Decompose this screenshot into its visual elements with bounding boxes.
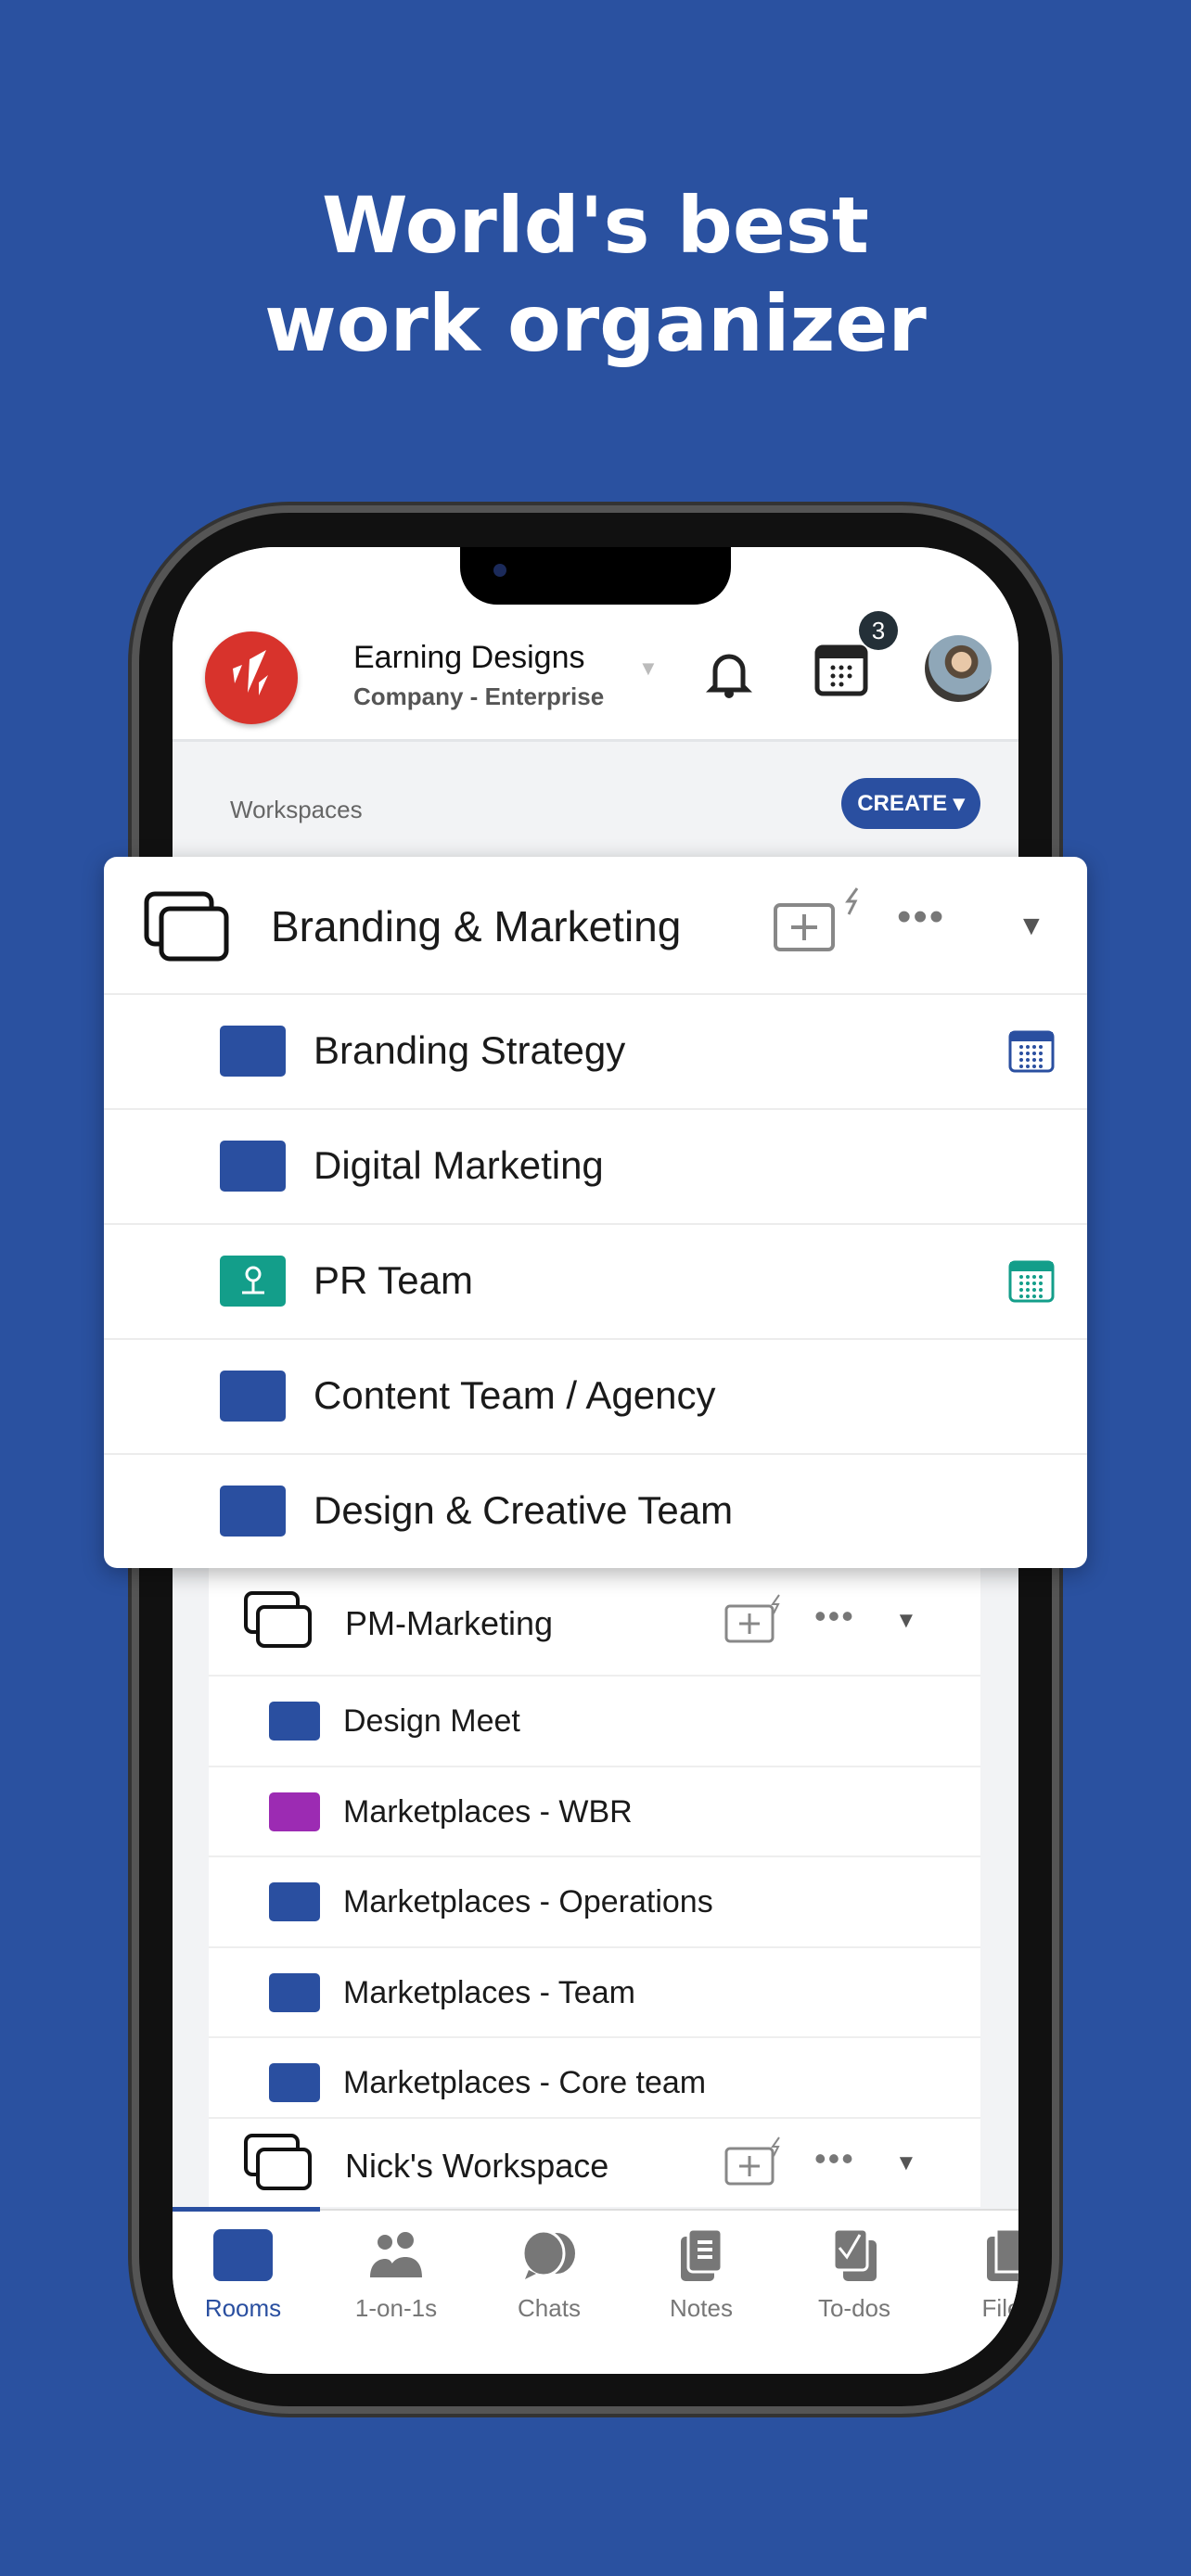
add-room-icon[interactable] — [772, 886, 864, 957]
calendar-icon[interactable] — [1008, 1260, 1055, 1307]
calendar-badge: 3 — [859, 611, 898, 650]
tab-label: Chats — [518, 2294, 581, 2322]
room-color-square — [220, 1486, 286, 1537]
hero-title-line2: work organizer — [264, 278, 927, 369]
room-label: Marketplaces - Core team — [343, 2065, 707, 2100]
collapse-caret-icon[interactable]: ▼ — [1018, 911, 1045, 942]
room-label: Design Meet — [343, 1703, 520, 1739]
tab-label: 1-on-1s — [354, 2294, 438, 2322]
room-item[interactable]: Branding Strategy — [104, 993, 1087, 1108]
workspace-header-nicks-workspace[interactable]: Nick's Workspace ••• ▼ — [209, 2117, 980, 2207]
company-plan: Company - Enterprise — [353, 682, 605, 710]
notes-icon — [681, 2229, 724, 2281]
tab-label: Notes — [670, 2294, 733, 2322]
room-label: Marketplaces - Operations — [343, 1884, 713, 1919]
active-tab-indicator — [173, 2207, 320, 2212]
room-label: Marketplaces - Team — [343, 1974, 635, 2010]
room-item[interactable]: PR Team — [104, 1223, 1087, 1338]
expanded-workspace-card: Branding & Marketing ••• ▼ Branding Stra… — [104, 857, 1087, 1568]
room-item[interactable]: Design Meet — [209, 1675, 980, 1765]
collapse-caret-icon[interactable]: ▼ — [895, 2150, 917, 2176]
bottom-nav: Rooms 1-on-1s Chats Notes To-dos Files — [173, 2207, 1018, 2374]
room-item[interactable]: Marketplaces - WBR — [209, 1765, 980, 1855]
workspaces-label: Workspaces — [230, 796, 363, 823]
room-item[interactable]: Design & Creative Team — [104, 1453, 1087, 1568]
room-color-square — [220, 1141, 286, 1192]
room-item[interactable]: Marketplaces - Operations — [209, 1855, 980, 1945]
map-pin-icon — [220, 1256, 286, 1307]
workspace-title: Nick's Workspace — [345, 2147, 609, 2185]
room-color-square — [269, 1792, 320, 1831]
files-icon — [987, 2229, 1018, 2281]
company-name[interactable]: Earning Designs — [353, 640, 584, 676]
more-options-icon[interactable]: ••• — [814, 2139, 855, 2178]
rooms-icon — [213, 2229, 273, 2281]
tab-label: To-dos — [817, 2294, 891, 2322]
room-color-square — [269, 1702, 320, 1741]
todo-check-icon — [832, 2229, 877, 2281]
room-label: Digital Marketing — [314, 1143, 604, 1187]
tab-files[interactable]: Files — [933, 2229, 1018, 2323]
room-color-square — [220, 1026, 286, 1077]
chat-bubbles-icon — [521, 2229, 575, 2279]
add-room-icon[interactable] — [724, 2136, 785, 2186]
workspace-title: Branding & Marketing — [271, 902, 682, 950]
room-label: Marketplaces - WBR — [343, 1793, 633, 1830]
workspace-icon — [244, 2134, 312, 2190]
phone-notch — [460, 547, 731, 605]
create-button[interactable]: CREATE ▾ — [841, 778, 980, 829]
collapse-caret-icon[interactable]: ▼ — [895, 1608, 917, 1634]
tab-chats[interactable]: Chats — [475, 2229, 623, 2323]
tab-label: Rooms — [204, 2294, 282, 2322]
calendar-icon[interactable] — [1008, 1030, 1055, 1078]
room-color-square — [269, 1882, 320, 1921]
room-color-square — [220, 1371, 286, 1422]
hero-title-line1: World's best — [322, 180, 869, 271]
tab-notes[interactable]: Notes — [627, 2229, 775, 2323]
room-item[interactable]: Digital Marketing — [104, 1108, 1087, 1223]
room-label: Content Team / Agency — [314, 1373, 716, 1417]
avatar[interactable] — [925, 635, 992, 702]
more-options-icon[interactable]: ••• — [897, 894, 945, 940]
workspace-icon — [244, 1591, 312, 1648]
add-room-icon[interactable] — [724, 1593, 785, 1643]
workspace-list: PM-Marketing ••• ▼ Design Meet Marketpla… — [209, 1567, 980, 2207]
workspace-header-pm-marketing[interactable]: PM-Marketing ••• ▼ — [209, 1576, 980, 1666]
room-color-square — [269, 1972, 320, 2012]
room-item[interactable]: Content Team / Agency — [104, 1338, 1087, 1453]
workspace-icon — [144, 891, 229, 962]
tab-1on1s[interactable]: 1-on-1s — [322, 2229, 470, 2323]
room-item[interactable]: Marketplaces - Team — [209, 1945, 980, 2036]
more-options-icon[interactable]: ••• — [814, 1597, 855, 1636]
room-label: PR Team — [314, 1258, 473, 1302]
calendar-icon[interactable] — [814, 644, 868, 696]
room-label: Design & Creative Team — [314, 1488, 734, 1532]
bell-icon[interactable] — [706, 647, 752, 699]
people-icon — [370, 2232, 422, 2277]
room-item[interactable]: Marketplaces - Core team — [209, 2036, 980, 2126]
tab-todos[interactable]: To-dos — [780, 2229, 928, 2323]
front-camera — [493, 564, 506, 577]
workspace-header-branding[interactable]: Branding & Marketing ••• ▼ — [104, 857, 1087, 993]
workspace-title: PM-Marketing — [345, 1604, 554, 1642]
room-color-square — [269, 2063, 320, 2102]
company-dropdown-icon[interactable]: ▼ — [638, 657, 659, 681]
tab-label: Files — [981, 2294, 1018, 2322]
company-logo[interactable] — [205, 631, 298, 724]
tab-rooms[interactable]: Rooms — [173, 2229, 317, 2323]
room-label: Branding Strategy — [314, 1028, 626, 1072]
